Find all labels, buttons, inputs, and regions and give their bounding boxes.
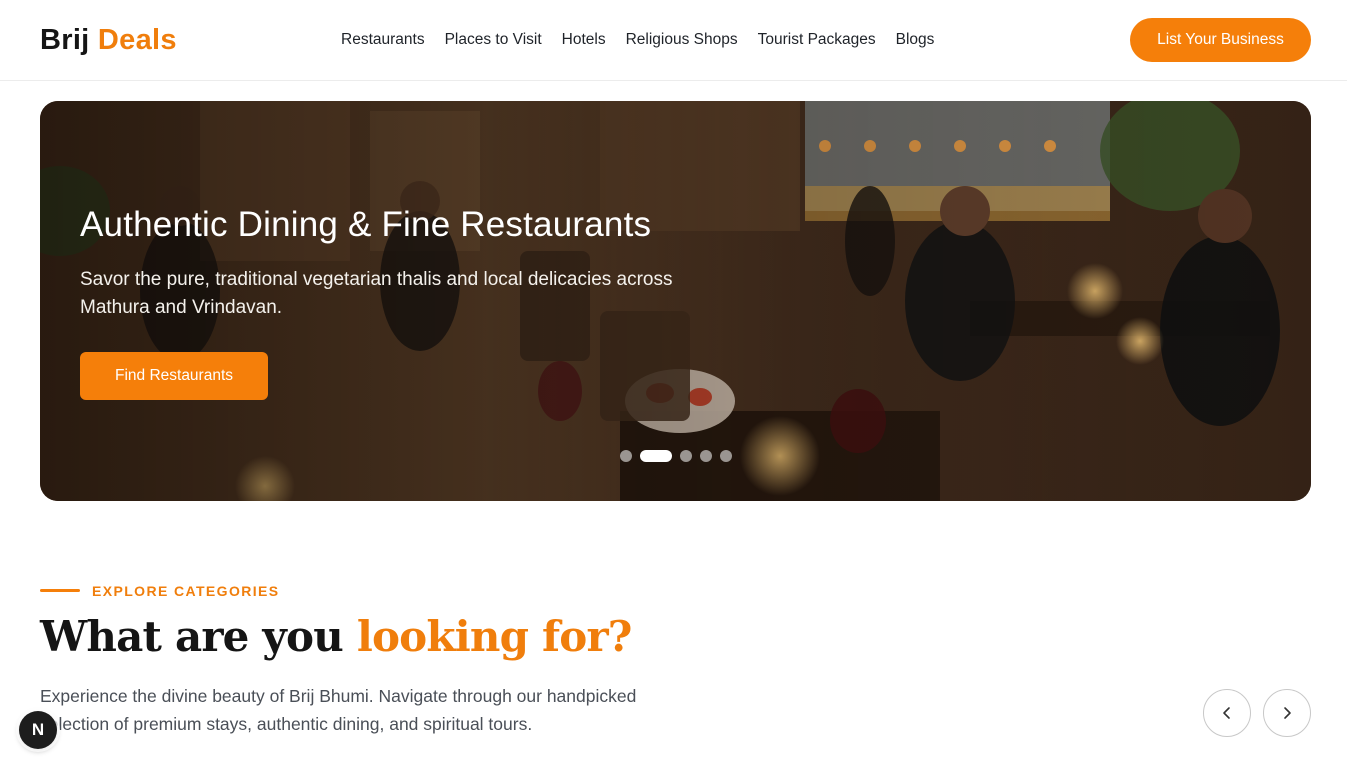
heading-main: What are you	[40, 612, 357, 661]
carousel-dot[interactable]	[720, 450, 732, 462]
nav-tourist-packages[interactable]: Tourist Packages	[758, 30, 876, 50]
list-business-button[interactable]: List Your Business	[1130, 18, 1311, 62]
main-nav: Restaurants Places to Visit Hotels Relig…	[341, 30, 934, 50]
nav-blogs[interactable]: Blogs	[896, 30, 935, 50]
section-eyebrow: EXPLORE CATEGORIES	[92, 583, 280, 599]
hero-carousel: Authentic Dining & Fine Restaurants Savo…	[40, 101, 1311, 501]
nav-places-to-visit[interactable]: Places to Visit	[445, 30, 542, 50]
nav-restaurants[interactable]: Restaurants	[341, 30, 425, 50]
carousel-dot[interactable]	[680, 450, 692, 462]
carousel-dot[interactable]	[700, 450, 712, 462]
nav-religious-shops[interactable]: Religious Shops	[626, 30, 738, 50]
carousel-next-button[interactable]	[1263, 689, 1311, 737]
section-heading: What are you looking for?	[40, 612, 632, 661]
section-description: Experience the divine beauty of Brij Bhu…	[40, 686, 637, 734]
hero-subtitle: Savor the pure, traditional vegetarian t…	[80, 269, 673, 318]
eyebrow-divider	[40, 589, 80, 592]
find-restaurants-button[interactable]: Find Restaurants	[80, 352, 268, 400]
carousel-dot-active[interactable]	[640, 450, 672, 462]
carousel-prev-button[interactable]	[1203, 689, 1251, 737]
logo-text-brij: Brij	[40, 24, 90, 56]
chevron-left-icon	[1223, 707, 1230, 719]
carousel-pagination	[620, 450, 732, 462]
carousel-dot[interactable]	[620, 450, 632, 462]
chevron-right-icon	[1284, 707, 1291, 719]
heading-accent: looking for?	[356, 612, 633, 661]
dev-tools-badge[interactable]: N	[19, 711, 57, 749]
logo[interactable]: Brij Deals	[40, 22, 177, 58]
logo-text-deals: Deals	[97, 24, 177, 56]
site-header: Brij Deals Restaurants Places to Visit H…	[0, 0, 1347, 81]
hero-title: Authentic Dining & Fine Restaurants	[80, 205, 652, 244]
nav-hotels[interactable]: Hotels	[562, 30, 606, 50]
